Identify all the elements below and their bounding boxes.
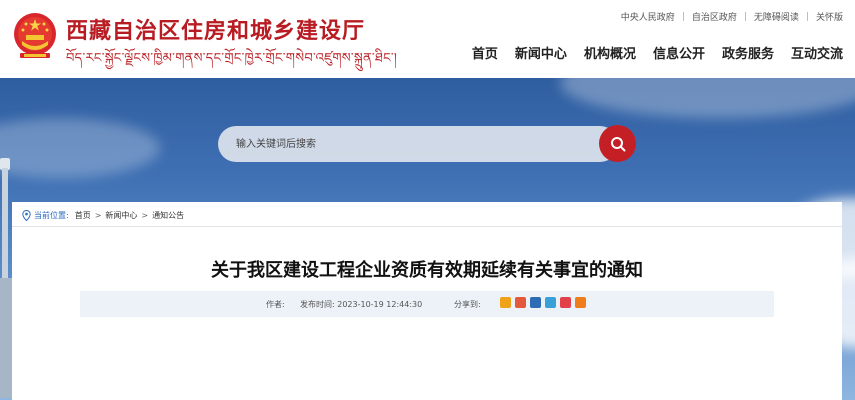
share-icons bbox=[500, 297, 590, 308]
nav-info-disclosure[interactable]: 信息公开 bbox=[653, 43, 705, 62]
share-label: 分享到: bbox=[454, 300, 481, 309]
banner-cloud bbox=[560, 78, 855, 118]
douban-icon[interactable] bbox=[560, 297, 571, 308]
breadcrumb-separator: > bbox=[94, 211, 102, 220]
breadcrumb-separator: > bbox=[141, 211, 149, 220]
article-title: 关于我区建设工程企业资质有效期延续有关事宜的通知 bbox=[211, 260, 643, 281]
site-header: 西藏自治区住房和城乡建设厅 བོད་རང་སྐྱོང་ལྗོངས་ཁྱིམ་གན… bbox=[0, 0, 855, 78]
site-subtitle-tibetan: བོད་རང་སྐྱོང་ལྗོངས་ཁྱིམ་གནས་དང་གྲོང་ཁྱེར… bbox=[66, 51, 398, 66]
breadcrumb-notices[interactable]: 通知公告 bbox=[152, 210, 184, 221]
nav-news-center[interactable]: 新闻中心 bbox=[515, 43, 567, 62]
breadcrumb-home[interactable]: 首页 bbox=[75, 210, 91, 221]
main-nav: 首页 新闻中心 机构概况 信息公开 政务服务 互动交流 bbox=[455, 43, 843, 62]
toplink-care-version[interactable]: 关怀版 bbox=[816, 10, 843, 23]
top-links: 中央人民政府 | 自治区政府 | 无障碍阅读 | 关怀版 bbox=[621, 10, 843, 24]
article-card: 当前位置: 首页 > 新闻中心 > 通知公告 关于我区建设工程企业资质有效期延续… bbox=[12, 202, 842, 400]
renren-icon[interactable] bbox=[530, 297, 541, 308]
article-meta-bar: 作者: 发布时间: 2023-10-19 12:44:30 分享到: bbox=[80, 291, 774, 317]
nav-gov-services[interactable]: 政务服务 bbox=[722, 43, 774, 62]
more-share-icon[interactable] bbox=[575, 297, 586, 308]
tencent-weibo-icon[interactable] bbox=[545, 297, 556, 308]
toplink-regional-gov[interactable]: 自治区政府 bbox=[692, 10, 737, 23]
nav-interaction[interactable]: 互动交流 bbox=[791, 43, 843, 62]
banner-cloud bbox=[0, 118, 160, 178]
toplink-separator: | bbox=[681, 11, 685, 22]
site-title[interactable]: 西藏自治区住房和城乡建设厅 bbox=[66, 13, 365, 45]
search-box bbox=[218, 126, 618, 162]
article-author: 作者: bbox=[266, 300, 285, 309]
toplink-central-gov[interactable]: 中央人民政府 bbox=[621, 10, 675, 23]
weibo-icon[interactable] bbox=[515, 297, 526, 308]
toplink-accessible-reading[interactable]: 无障碍阅读 bbox=[754, 10, 799, 23]
breadcrumb: 当前位置: 首页 > 新闻中心 > 通知公告 bbox=[22, 210, 184, 221]
national-emblem-icon bbox=[14, 13, 56, 58]
toplink-separator: | bbox=[805, 11, 809, 22]
search-icon bbox=[610, 136, 625, 151]
search-input[interactable] bbox=[236, 126, 596, 162]
nav-home[interactable]: 首页 bbox=[472, 43, 498, 62]
breadcrumb-news-center[interactable]: 新闻中心 bbox=[105, 210, 137, 221]
breadcrumb-label: 当前位置: bbox=[34, 211, 69, 220]
article-publish-date: 发布时间: 2023-10-19 12:44:30 bbox=[300, 300, 423, 309]
qzone-icon[interactable] bbox=[500, 297, 511, 308]
toplink-separator: | bbox=[743, 11, 747, 22]
breadcrumb-divider bbox=[12, 226, 842, 227]
location-pin-icon bbox=[22, 210, 31, 221]
nav-organization[interactable]: 机构概况 bbox=[584, 43, 636, 62]
search-button[interactable] bbox=[599, 125, 636, 162]
